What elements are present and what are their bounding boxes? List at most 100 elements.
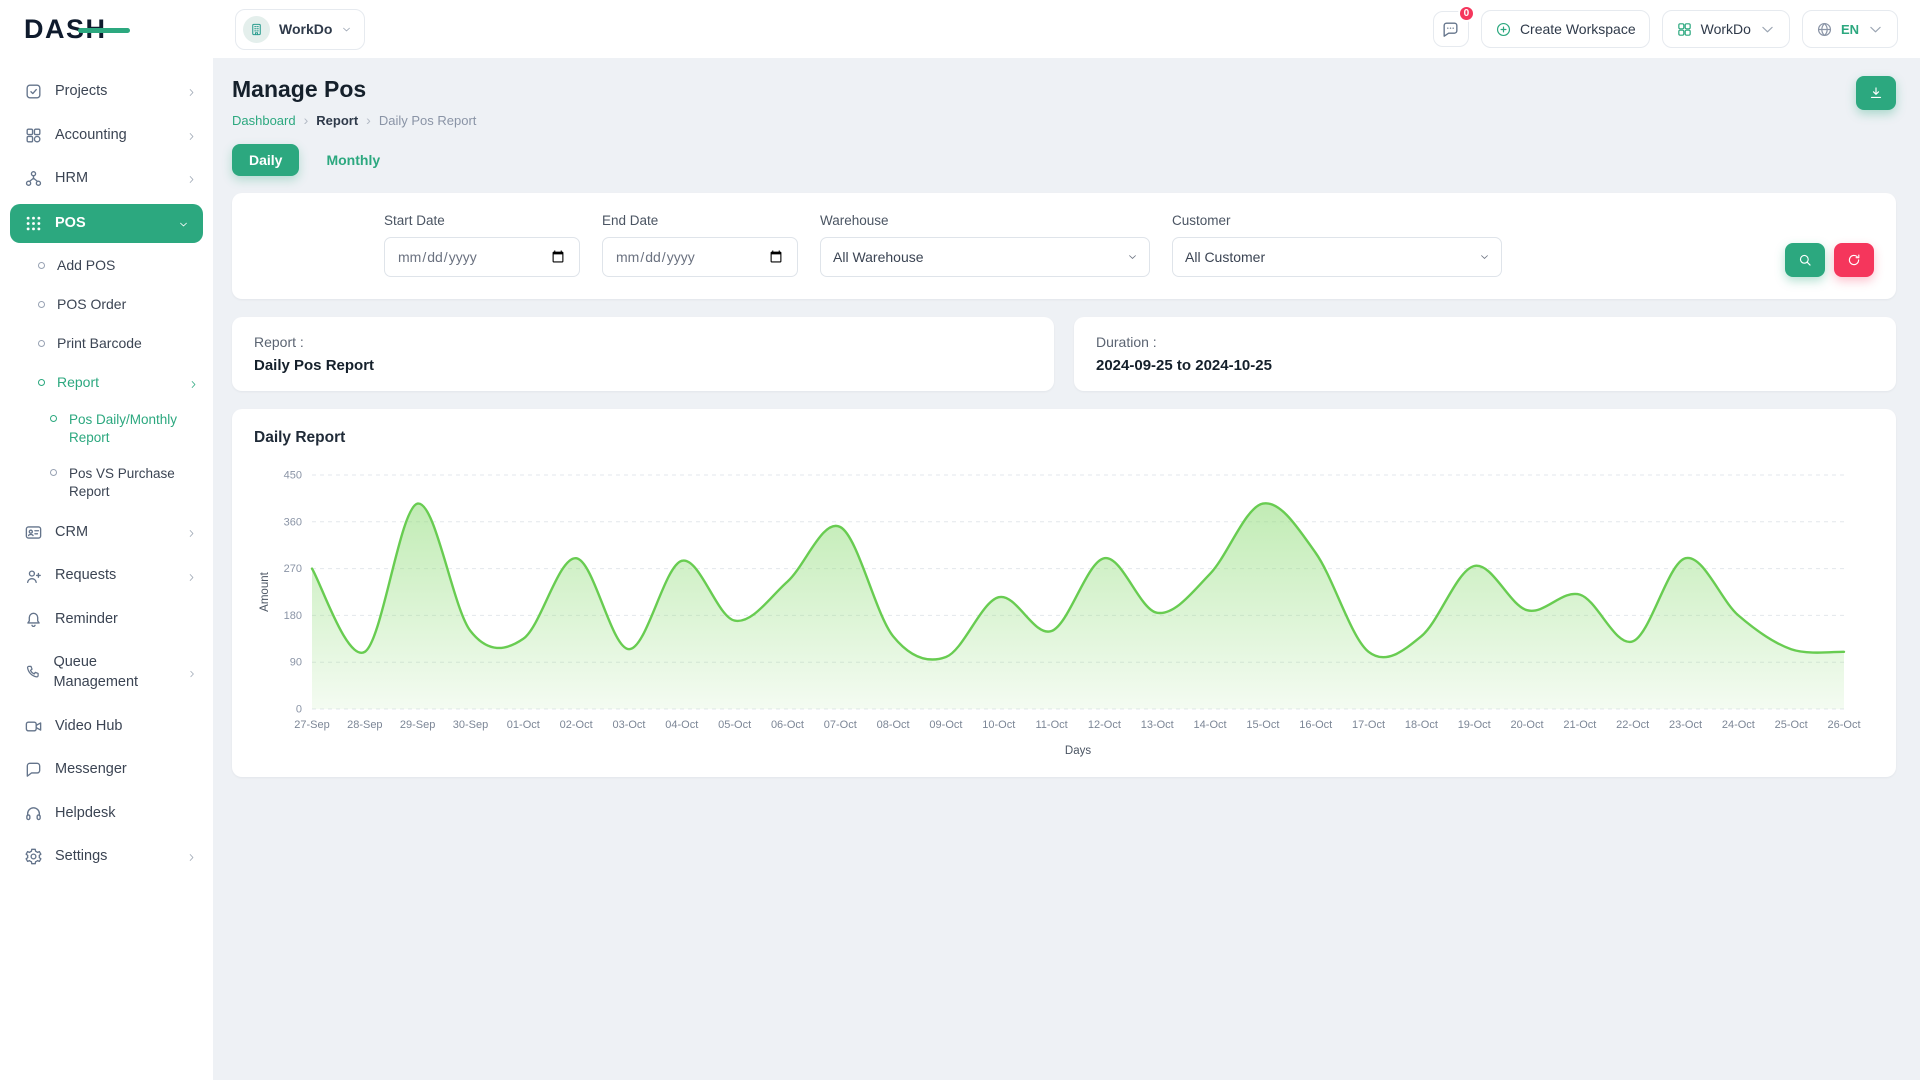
- bullet-icon: [50, 469, 57, 476]
- svg-text:90: 90: [290, 657, 302, 669]
- chevron-down-icon: [341, 24, 352, 35]
- svg-text:16-Oct: 16-Oct: [1299, 719, 1332, 731]
- chevron-down-icon: [178, 218, 189, 229]
- workspace-menu-button[interactable]: WorkDo: [1662, 10, 1790, 48]
- svg-text:Amount: Amount: [259, 571, 271, 611]
- report-card: Report : Daily Pos Report: [232, 317, 1054, 391]
- workspace-name: WorkDo: [279, 21, 332, 37]
- svg-text:27-Sep: 27-Sep: [294, 719, 329, 731]
- hrm-icon: [24, 169, 43, 188]
- breadcrumb-dashboard[interactable]: Dashboard: [232, 113, 296, 128]
- create-workspace-label: Create Workspace: [1520, 21, 1636, 37]
- reset-icon: [1846, 252, 1862, 268]
- customer-select[interactable]: All Customer: [1172, 237, 1502, 277]
- sidebar-item-reminder[interactable]: Reminder: [0, 598, 213, 642]
- end-date-input[interactable]: [602, 237, 798, 277]
- sidebar-item-requests[interactable]: Requests: [0, 554, 213, 598]
- settings-icon: [24, 847, 43, 866]
- report-card-label: Report :: [254, 334, 1032, 350]
- warehouse-label: Warehouse: [820, 213, 1150, 228]
- page-head: Manage Pos Dashboard › Report › Daily Po…: [232, 76, 1896, 128]
- bullet-icon: [38, 262, 45, 269]
- requests-icon: [24, 567, 43, 586]
- customer-label: Customer: [1172, 213, 1502, 228]
- main-content: Manage Pos Dashboard › Report › Daily Po…: [213, 58, 1920, 1080]
- chart-title: Daily Report: [254, 429, 1874, 447]
- svg-text:270: 270: [284, 563, 302, 575]
- chevron-right-icon: [186, 571, 197, 582]
- svg-text:14-Oct: 14-Oct: [1194, 719, 1227, 731]
- svg-text:17-Oct: 17-Oct: [1352, 719, 1385, 731]
- sidebar-item-pos-vs-purchase-report[interactable]: Pos VS Purchase Report: [0, 456, 213, 510]
- chevron-right-icon: [186, 86, 197, 97]
- chevron-right-icon: [187, 667, 197, 678]
- sidebar-item-projects[interactable]: Projects: [0, 70, 213, 114]
- svg-text:26-Oct: 26-Oct: [1827, 719, 1860, 731]
- sidebar-item-helpdesk[interactable]: Helpdesk: [0, 792, 213, 836]
- warehouse-select[interactable]: All Warehouse: [820, 237, 1150, 277]
- svg-text:28-Sep: 28-Sep: [347, 719, 382, 731]
- breadcrumb-current: Daily Pos Report: [379, 113, 477, 128]
- svg-text:13-Oct: 13-Oct: [1141, 719, 1174, 731]
- sidebar-item-hrm[interactable]: HRM: [0, 157, 213, 201]
- svg-text:15-Oct: 15-Oct: [1246, 719, 1279, 731]
- queue-icon: [24, 663, 41, 682]
- breadcrumb-report[interactable]: Report: [316, 113, 358, 128]
- breadcrumb: Dashboard › Report › Daily Pos Report: [232, 112, 476, 128]
- svg-text:30-Sep: 30-Sep: [453, 719, 488, 731]
- avatar: [243, 16, 270, 43]
- sidebar-item-video-hub[interactable]: Video Hub: [0, 705, 213, 749]
- logo[interactable]: DASH: [0, 0, 213, 58]
- sidebar-item-report[interactable]: Report: [0, 363, 213, 402]
- svg-text:12-Oct: 12-Oct: [1088, 719, 1121, 731]
- summary-row: Report : Daily Pos Report Duration : 202…: [232, 317, 1896, 391]
- tab-daily[interactable]: Daily: [232, 144, 299, 176]
- globe-icon: [1816, 21, 1833, 38]
- daily-report-chart: 09018027036045027-Sep28-Sep29-Sep30-Sep0…: [254, 461, 1874, 761]
- chart-card: Daily Report 09018027036045027-Sep28-Sep…: [232, 409, 1896, 777]
- svg-text:450: 450: [284, 470, 302, 482]
- workspace-menu-label: WorkDo: [1701, 21, 1751, 37]
- svg-text:29-Sep: 29-Sep: [400, 719, 435, 731]
- sidebar-item-pos-daily-monthly-report[interactable]: Pos Daily/Monthly Report: [0, 402, 213, 456]
- sidebar-item-crm[interactable]: CRM: [0, 511, 213, 555]
- messages-badge: 0: [1458, 5, 1475, 22]
- sidebar-item-accounting[interactable]: Accounting: [0, 114, 213, 158]
- chat-icon: [1441, 20, 1460, 39]
- create-workspace-button[interactable]: Create Workspace: [1481, 10, 1650, 48]
- svg-text:Days: Days: [1065, 745, 1091, 757]
- topbar: WorkDo 0 Create Workspace WorkDo EN: [213, 0, 1920, 58]
- logo-swoosh: [78, 28, 130, 33]
- report-card-value: Daily Pos Report: [254, 357, 1032, 374]
- sidebar-item-add-pos[interactable]: Add POS: [0, 246, 213, 285]
- messenger-icon: [24, 760, 43, 779]
- topbar-actions: 0 Create Workspace WorkDo EN: [1433, 10, 1898, 48]
- breadcrumb-separator: ›: [366, 112, 371, 128]
- svg-text:10-Oct: 10-Oct: [982, 719, 1015, 731]
- report-tabs: Daily Monthly: [232, 144, 1896, 176]
- svg-text:22-Oct: 22-Oct: [1616, 719, 1649, 731]
- svg-text:18-Oct: 18-Oct: [1405, 719, 1438, 731]
- sidebar: DASH ProjectsAccountingHRMPOSAdd POSPOS …: [0, 0, 213, 1080]
- download-button[interactable]: [1856, 76, 1896, 110]
- search-button[interactable]: [1785, 243, 1825, 277]
- tab-monthly[interactable]: Monthly: [309, 144, 397, 176]
- workspace-switcher[interactable]: WorkDo: [235, 9, 365, 50]
- language-button[interactable]: EN: [1802, 10, 1898, 48]
- sidebar-item-settings[interactable]: Settings: [0, 835, 213, 879]
- sidebar-item-queue-management[interactable]: Queue Management: [0, 641, 213, 704]
- messages-button[interactable]: 0: [1433, 11, 1469, 47]
- reset-button[interactable]: [1834, 243, 1874, 277]
- svg-text:01-Oct: 01-Oct: [507, 719, 540, 731]
- sidebar-item-print-barcode[interactable]: Print Barcode: [0, 324, 213, 363]
- chevron-down-icon: [1867, 21, 1884, 38]
- chevron-right-icon: [188, 377, 199, 388]
- helpdesk-icon: [24, 804, 43, 823]
- sidebar-item-pos[interactable]: POS: [10, 204, 203, 244]
- start-date-input[interactable]: [384, 237, 580, 277]
- building-icon: [249, 22, 264, 37]
- svg-text:08-Oct: 08-Oct: [877, 719, 910, 731]
- chevron-down-icon: [1759, 21, 1776, 38]
- sidebar-item-messenger[interactable]: Messenger: [0, 748, 213, 792]
- sidebar-item-pos-order[interactable]: POS Order: [0, 285, 213, 324]
